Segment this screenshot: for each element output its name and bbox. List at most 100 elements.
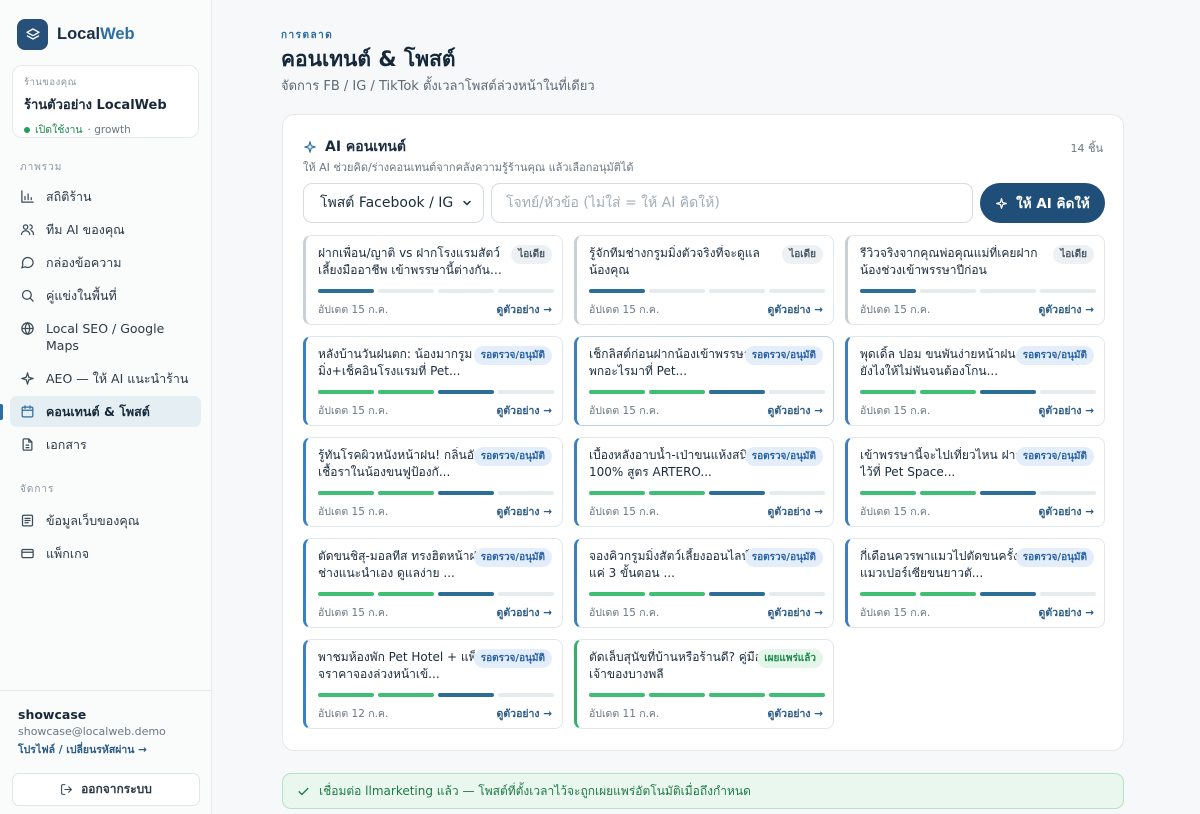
progress-segment (769, 693, 825, 697)
content-card[interactable]: เข้าพรรษานี้จะไปเที่ยวไหน ฝากน้องไว้ที่ … (845, 437, 1105, 527)
progress-segment (860, 289, 916, 293)
progress-segment (438, 693, 494, 697)
content-card[interactable]: หลังบ้านวันฝนตก: น้องมากรูมมิ่ง+เช็คอินโ… (303, 336, 563, 426)
preview-link[interactable]: ดูตัวอย่าง → (497, 604, 552, 621)
content-card[interactable]: ฝากเพื่อน/ญาติ vs ฝากโรงแรมสัตว์เลี้ยงมื… (303, 235, 563, 325)
preview-link[interactable]: ดูตัวอย่าง → (497, 402, 552, 419)
progress-segment (498, 491, 554, 495)
content-card-footer: อัปเดต 15 ก.ค. ดูตัวอย่าง → (589, 604, 823, 621)
logout-button[interactable]: ออกจากระบบ (12, 773, 200, 806)
preview-link[interactable]: ดูตัวอย่าง → (1039, 402, 1094, 419)
chart-icon (21, 190, 34, 203)
status-badge: รอตรวจ/อนุมัติ (473, 447, 552, 466)
sidebar-item-website-info[interactable]: ข้อมูลเว็บของคุณ (0, 505, 201, 536)
brand-name: LocalWeb (57, 25, 135, 44)
content-card[interactable]: รู้ทันโรคผิวหนังหน้าฝน! กลิ่นอับ-เชื้อรา… (303, 437, 563, 527)
workflow-progress (860, 491, 1096, 495)
progress-segment (318, 289, 374, 293)
content-card[interactable]: ตัดเล็บสุนัขที่บ้านหรือร้านดี? คู่มือเจ้… (574, 639, 834, 729)
content-card[interactable]: พาชมห้องพัก Pet Hotel + แพ็กเกจราคาจองล่… (303, 639, 563, 729)
sidebar: LocalWeb ร้านของคุณ ร้านตัวอย่าง LocalWe… (0, 0, 212, 814)
progress-segment (920, 289, 976, 293)
sidebar-item-label: ข้อมูลเว็บของคุณ (46, 513, 140, 528)
updated-date: อัปเดต 11 ก.ค. (589, 708, 660, 720)
progress-segment (860, 491, 916, 495)
shop-name: ร้านตัวอย่าง LocalWeb (24, 98, 167, 113)
updated-date: อัปเดต 15 ก.ค. (318, 607, 389, 619)
preview-link[interactable]: ดูตัวอย่าง → (768, 503, 823, 520)
status-badge: รอตรวจ/อนุมัติ (744, 346, 823, 365)
content-card[interactable]: ตัดขนชิสุ-มอลทีส ทรงฮิตหน้าฝน ช่างแนะนำเ… (303, 538, 563, 628)
document-icon (22, 438, 33, 451)
content-card[interactable]: กี่เดือนควรพาแมวไปตัดขนครั้ง? แมวเปอร์เซ… (845, 538, 1105, 628)
preview-link[interactable]: ดูตัวอย่าง → (497, 705, 552, 722)
progress-segment (438, 491, 494, 495)
preview-link[interactable]: ดูตัวอย่าง → (1039, 503, 1094, 520)
preview-link[interactable]: ดูตัวอย่าง → (497, 503, 552, 520)
workflow-progress (589, 592, 825, 596)
content-card-footer: อัปเดต 15 ก.ค. ดูตัวอย่าง → (589, 402, 823, 419)
sidebar-item-competitors[interactable]: คู่แข่งในพื้นที่ (0, 280, 201, 311)
topic-input[interactable] (491, 183, 973, 223)
workflow-progress (318, 289, 554, 293)
preview-link[interactable]: ดูตัวอย่าง → (768, 301, 823, 318)
sidebar-item-ai-team[interactable]: ทีม AI ของคุณ (0, 214, 201, 245)
sidebar-item-stats[interactable]: สถิติร้าน (0, 181, 201, 212)
sidebar-item-local-seo[interactable]: Local SEO / Google Maps (0, 313, 201, 361)
sidebar-item-label: เอกสาร (46, 437, 87, 452)
post-type-select[interactable]: โพสต์ Facebook / IG (303, 183, 484, 223)
banner-text: เชื่อมต่อ llmarketing แล้ว — โพสต์ที่ตั้… (319, 783, 751, 798)
preview-link[interactable]: ดูตัวอย่าง → (768, 604, 823, 621)
profile-link[interactable]: โปรไฟล์ / เปลี่ยนรหัสผ่าน → (18, 741, 193, 758)
sidebar-item-content[interactable]: คอนเทนต์ & โพสต์ (0, 396, 201, 427)
content-card[interactable]: เบื้องหลังอาบน้ำ-เป่าขนแห้งสนิท 100% สูต… (574, 437, 834, 527)
status-badge: รอตรวจ/อนุมัติ (744, 548, 823, 567)
content-card-footer: อัปเดต 15 ก.ค. ดูตัวอย่าง → (318, 503, 552, 520)
progress-segment (649, 289, 705, 293)
updated-date: อัปเดต 15 ก.ค. (318, 405, 389, 417)
status-badge: ไอเดีย (1053, 245, 1094, 264)
shop-plan: · growth (87, 123, 131, 136)
globe-icon (21, 321, 34, 336)
sparkle-icon (21, 372, 34, 385)
content-card-footer: อัปเดต 15 ก.ค. ดูตัวอย่าง → (318, 604, 552, 621)
sidebar-item-package[interactable]: แพ็กเกจ (0, 538, 201, 569)
preview-link[interactable]: ดูตัวอย่าง → (1039, 301, 1094, 318)
content-card[interactable]: จองคิวกรูมมิ่งสัตว์เลี้ยงออนไลน์ ง่ายแค่… (574, 538, 834, 628)
calendar-icon (21, 405, 34, 418)
preview-link[interactable]: ดูตัวอย่าง → (768, 705, 823, 722)
content-card[interactable]: รู้จักทีมช่างกรูมมิ่งตัวจริงที่จะดูแลน้อ… (574, 235, 834, 325)
panel-header: AI คอนเทนต์ (303, 136, 406, 158)
sidebar-item-label: ทีม AI ของคุณ (46, 222, 125, 237)
shop-card[interactable]: ร้านของคุณ ร้านตัวอย่าง LocalWeb เปิดใช้… (12, 65, 199, 138)
progress-segment (649, 390, 705, 394)
shop-status: เปิดใช้งาน · growth (24, 121, 187, 138)
sidebar-item-inbox[interactable]: กล่องข้อความ (0, 247, 201, 278)
content-count: 14 ชิ้น (1070, 142, 1103, 155)
progress-segment (860, 592, 916, 596)
updated-date: อัปเดต 15 ก.ค. (318, 506, 389, 518)
sidebar-item-aeo[interactable]: AEO — ให้ AI แนะนำร้าน (0, 363, 201, 394)
updated-date: อัปเดต 15 ก.ค. (860, 304, 931, 316)
workflow-progress (589, 289, 825, 293)
progress-segment (1040, 491, 1096, 495)
content-card-footer: อัปเดต 15 ก.ค. ดูตัวอย่าง → (589, 503, 823, 520)
progress-segment (318, 592, 374, 596)
content-card[interactable]: เช็กลิสต์ก่อนฝากน้องเข้าพรรษานี้ พกอะไรม… (574, 336, 834, 426)
content-card-footer: อัปเดต 15 ก.ค. ดูตัวอย่าง → (860, 301, 1094, 318)
content-card[interactable]: รีวิวจริงจากคุณพ่อคุณแม่ที่เคยฝากน้องช่ว… (845, 235, 1105, 325)
status-badge: รอตรวจ/อนุมัติ (473, 346, 552, 365)
ai-generate-button[interactable]: ให้ AI คิดให้ (980, 183, 1105, 223)
user-name: showcase (18, 707, 87, 722)
updated-date: อัปเดต 15 ก.ค. (589, 607, 660, 619)
content-card-grid: ฝากเพื่อน/ญาติ vs ฝากโรงแรมสัตว์เลี้ยงมื… (303, 235, 1105, 729)
preview-link[interactable]: ดูตัวอย่าง → (497, 301, 552, 318)
preview-link[interactable]: ดูตัวอย่าง → (1039, 604, 1094, 621)
sidebar-item-documents[interactable]: เอกสาร (0, 429, 201, 460)
brand[interactable]: LocalWeb (0, 0, 211, 52)
logout-icon (61, 784, 72, 795)
content-card[interactable]: พุดเดิ้ล ปอม ขนพันง่ายหน้าฝน ดูแลยังไงให… (845, 336, 1105, 426)
content-card-footer: อัปเดต 15 ก.ค. ดูตัวอย่าง → (318, 402, 552, 419)
progress-segment (498, 693, 554, 697)
preview-link[interactable]: ดูตัวอย่าง → (768, 402, 823, 419)
